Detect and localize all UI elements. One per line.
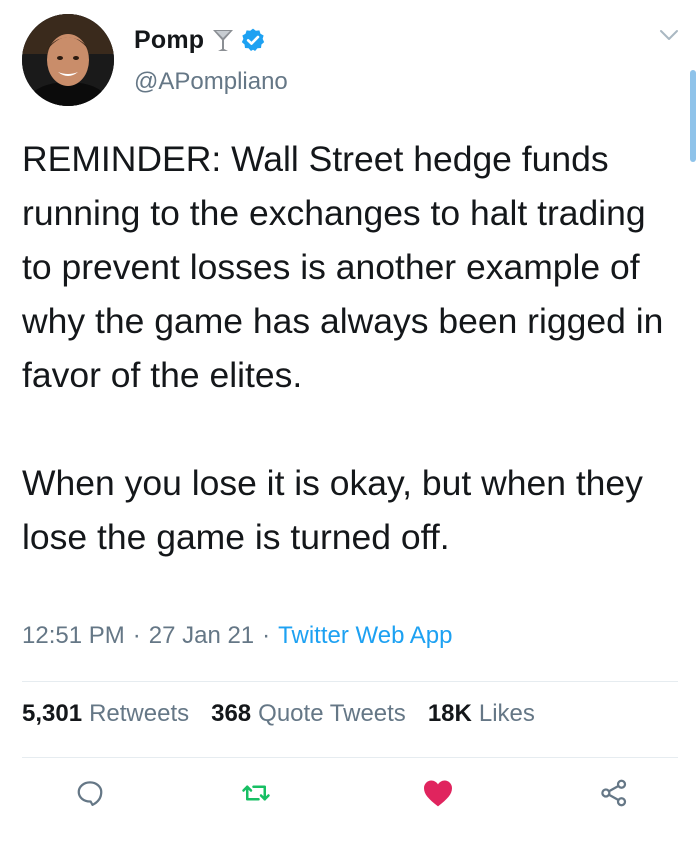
- retweets-stat[interactable]: 5,301 Retweets: [22, 700, 189, 728]
- tweet-paragraph-1: REMINDER: Wall Street hedge funds runnin…: [22, 139, 664, 395]
- tweet-text: REMINDER: Wall Street hedge funds runnin…: [22, 132, 682, 564]
- avatar[interactable]: [22, 14, 114, 106]
- tweet-stats: 5,301 Retweets 368 Quote Tweets 18K Like…: [22, 700, 557, 728]
- scrollbar-thumb[interactable]: [690, 70, 696, 162]
- quote-tweets-count: 368: [211, 700, 252, 727]
- retweet-button[interactable]: [236, 775, 276, 815]
- meta-separator: ·: [262, 622, 271, 649]
- divider: [22, 757, 678, 758]
- meta-separator: ·: [132, 622, 141, 649]
- likes-stat[interactable]: 18K Likes: [428, 700, 535, 728]
- retweets-count: 5,301: [22, 700, 83, 727]
- divider: [22, 681, 678, 682]
- heart-icon: [422, 778, 454, 813]
- tweet-card: Pomp @APompliano REMINDER: Wall Street h…: [0, 0, 700, 842]
- like-button[interactable]: [418, 775, 458, 815]
- reply-bubble-icon: [75, 778, 105, 813]
- quote-tweets-label: Quote Tweets: [258, 700, 406, 727]
- share-button[interactable]: [594, 775, 634, 815]
- retweet-icon: [241, 778, 271, 813]
- tweet-meta: 12:51 PM · 27 Jan 21 · Twitter Web App: [22, 622, 452, 650]
- verified-badge-icon: [240, 27, 266, 53]
- retweets-label: Retweets: [89, 700, 190, 727]
- share-icon: [599, 778, 629, 813]
- tweet-paragraph-2: When you lose it is okay, but when they …: [22, 463, 643, 557]
- likes-label: Likes: [478, 700, 535, 727]
- tweet-date[interactable]: 27 Jan 21: [149, 622, 254, 650]
- author-handle[interactable]: @APompliano: [134, 68, 288, 96]
- tweet-time[interactable]: 12:51 PM: [22, 622, 125, 650]
- author-display-name[interactable]: Pomp: [134, 26, 204, 55]
- likes-count: 18K: [427, 700, 472, 727]
- tweet-actions: [0, 775, 700, 825]
- martini-glass-icon: [212, 27, 234, 53]
- reply-button[interactable]: [70, 775, 110, 815]
- author-name-row[interactable]: Pomp: [134, 24, 266, 56]
- chevron-down-icon[interactable]: [658, 28, 680, 42]
- tweet-source-link[interactable]: Twitter Web App: [278, 622, 452, 650]
- quote-tweets-stat[interactable]: 368 Quote Tweets: [211, 700, 406, 728]
